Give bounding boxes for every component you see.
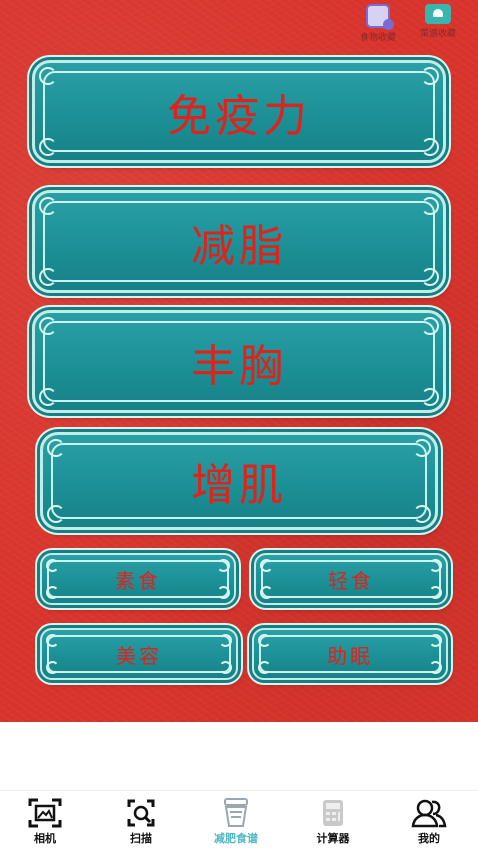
- corner-ornament: [39, 317, 57, 335]
- corner-ornament: [39, 197, 57, 215]
- recipe-favorites-label: 菜谱收藏: [419, 29, 456, 39]
- corner-ornament: [413, 505, 431, 523]
- food-favorites-label: 食物收藏: [359, 33, 396, 43]
- food-favorites-button[interactable]: 食物收藏: [352, 4, 404, 43]
- category-label: 免疫力: [167, 90, 311, 142]
- corner-ornament: [421, 317, 439, 335]
- corner-ornament: [39, 388, 57, 406]
- corner-ornament: [413, 439, 431, 457]
- tab-label: 我的: [418, 832, 440, 845]
- category-sleep-aid-button[interactable]: 助眠: [252, 628, 448, 680]
- tab-camera[interactable]: 相机: [10, 797, 80, 846]
- corner-ornament: [39, 138, 57, 156]
- corner-ornament: [46, 586, 59, 599]
- category-label: 减脂: [191, 220, 287, 272]
- category-beauty-button[interactable]: 美容: [40, 628, 238, 680]
- corner-ornament: [258, 634, 271, 647]
- user-profile-icon: [411, 797, 447, 829]
- corner-ornament: [421, 268, 439, 286]
- corner-ornament: [258, 661, 271, 674]
- corner-ornament: [421, 197, 439, 215]
- tab-label: 扫描: [130, 832, 152, 845]
- corner-ornament: [219, 661, 232, 674]
- diet-recipe-icon: [218, 797, 254, 829]
- tab-calculator[interactable]: 计算器: [298, 797, 368, 846]
- corner-ornament: [39, 268, 57, 286]
- corner-ornament: [421, 388, 439, 406]
- tab-profile[interactable]: 我的: [394, 797, 464, 846]
- recipe-favorites-icon: [425, 4, 451, 24]
- category-label: 美容: [116, 643, 162, 668]
- tab-label: 相机: [34, 832, 56, 845]
- corner-ornament: [46, 661, 59, 674]
- category-label: 助眠: [327, 643, 373, 668]
- category-immunity-button[interactable]: 免疫力: [32, 60, 446, 163]
- corner-ornament: [421, 67, 439, 85]
- corner-ornament: [217, 586, 230, 599]
- corner-ornament: [217, 559, 230, 572]
- food-favorites-icon: [366, 4, 394, 30]
- category-bust-button[interactable]: 丰胸: [32, 310, 446, 413]
- category-label: 增肌: [191, 460, 287, 511]
- corner-ornament: [429, 586, 442, 599]
- corner-ornament: [429, 559, 442, 572]
- category-vegetarian-button[interactable]: 素食: [40, 553, 236, 605]
- corner-ornament: [46, 559, 59, 572]
- category-light-meal-button[interactable]: 轻食: [254, 553, 448, 605]
- calculator-icon: [315, 797, 351, 829]
- category-label: 素食: [115, 568, 161, 593]
- bottom-tab-bar: 相机 扫描 减肥食谱 计算器 我的: [0, 790, 478, 851]
- corner-ornament: [219, 634, 232, 647]
- scan-icon: [123, 797, 159, 829]
- tab-label: 计算器: [316, 832, 350, 845]
- corner-ornament: [47, 505, 65, 523]
- corner-ornament: [260, 586, 273, 599]
- category-fat-loss-button[interactable]: 减脂: [32, 190, 446, 293]
- corner-ornament: [47, 439, 65, 457]
- category-label: 轻食: [328, 568, 374, 593]
- category-label: 丰胸: [191, 340, 287, 392]
- category-muscle-gain-button[interactable]: 增肌: [40, 432, 438, 530]
- corner-ornament: [429, 661, 442, 674]
- corner-ornament: [260, 559, 273, 572]
- corner-ornament: [429, 634, 442, 647]
- tab-label: 减肥食谱: [214, 832, 258, 845]
- recipe-favorites-button[interactable]: 菜谱收藏: [412, 4, 464, 39]
- tab-diet-recipes[interactable]: 减肥食谱: [201, 797, 271, 846]
- corner-ornament: [39, 67, 57, 85]
- corner-ornament: [46, 634, 59, 647]
- tab-scan[interactable]: 扫描: [106, 797, 176, 846]
- corner-ornament: [421, 138, 439, 156]
- camera-frame-icon: [27, 797, 63, 829]
